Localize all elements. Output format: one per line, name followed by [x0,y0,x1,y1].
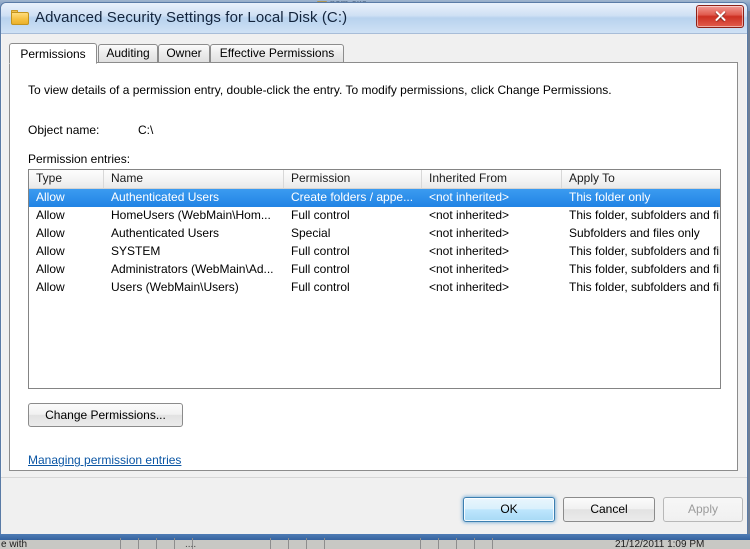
table-row[interactable]: Allow HomeUsers (WebMain\Hom... Full contr… [29,207,720,225]
background-grid-divider [438,538,439,549]
dialog-title: Advanced Security Settings for Local Dis… [35,9,348,26]
column-header-permission[interactable]: Permission [284,170,422,188]
column-header-inherited-from[interactable]: Inherited From [422,170,562,188]
table-row[interactable]: Allow Users (WebMain\Users) Full control <n… [29,279,720,297]
background-grid-divider [270,538,271,549]
background-grid-divider [456,538,457,549]
folder-icon [11,10,29,25]
cell-permission: Full control [291,208,350,222]
cell-type: Allow [36,190,65,204]
cell-inherited-from: <not inherited> [429,208,510,222]
tab-strip: Permissions Auditing Owner Effective Per… [9,43,738,64]
background-window-bottom: e with .... 21/12/2011 1:09 PM [0,534,750,549]
tab-permissions[interactable]: Permissions [9,43,97,64]
cell-apply-to: This folder, subfolders and fil... [569,244,721,258]
background-grid-divider [120,538,121,549]
change-permissions-button[interactable]: Change Permissions... [28,403,183,427]
permission-entries-listview[interactable]: Type Name Permission Inherited From Apply To… [28,169,721,389]
cell-name: SYSTEM [111,244,161,258]
cell-apply-to: This folder only [569,190,651,204]
cell-name: Authenticated Users [111,190,220,204]
cell-inherited-from: <not inherited> [429,226,510,240]
background-grid-divider [474,538,475,549]
background-grid-divider [492,538,493,549]
background-grid-divider [420,538,421,549]
cell-name: HomeUsers (WebMain\Hom... [111,208,271,222]
background-bottom-left-text: e with [1,539,28,549]
dialog-titlebar: Advanced Security Settings for Local Dis… [1,3,747,34]
cell-name: Authenticated Users [111,226,220,240]
column-header-apply-to[interactable]: Apply To [562,170,720,188]
cell-inherited-from: <not inherited> [429,244,510,258]
screen: nam exa Advanced Security Settings for L… [0,0,750,549]
permission-entries-label: Permission entries: [28,152,131,166]
background-grid-divider [138,538,139,549]
cell-type: Allow [36,226,65,240]
cell-name: Administrators (WebMain\Ad... [111,262,274,276]
tab-effective-permissions[interactable]: Effective Permissions [210,44,344,63]
close-button[interactable] [696,5,744,28]
background-bottom-timestamp: 21/12/2011 1:09 PM [615,539,705,549]
cell-type: Allow [36,244,65,258]
cell-apply-to: This folder, subfolders and fil... [569,208,721,222]
cell-inherited-from: <not inherited> [429,280,510,294]
permissions-tab-panel: To view details of a permission entry, d… [9,63,738,471]
dialog-footer: OK Cancel Apply [1,478,747,534]
cell-permission: Create folders / appe... [291,190,414,204]
table-row[interactable]: Allow Authenticated Users Create folders /… [29,189,720,207]
background-grid-divider [174,538,175,549]
background-grid-cells [120,538,540,549]
cell-permission: Full control [291,262,350,276]
cancel-button[interactable]: Cancel [563,497,655,522]
object-name-value: C:\ [138,123,154,137]
cell-type: Allow [36,208,65,222]
cell-apply-to: This folder, subfolders and fil... [569,280,721,294]
background-grid-divider [306,538,307,549]
cell-inherited-from: <not inherited> [429,190,510,204]
cell-inherited-from: <not inherited> [429,262,510,276]
background-grid-divider [156,538,157,549]
table-row[interactable]: Allow Authenticated Users Special <not inhe… [29,225,720,243]
background-grid-divider [324,538,325,549]
background-bottom-middle-text: .... [185,539,197,549]
table-row[interactable]: Allow SYSTEM Full control <not inherited> Th… [29,243,720,261]
cell-permission: Special [291,226,331,240]
cell-name: Users (WebMain\Users) [111,280,239,294]
ok-button[interactable]: OK [463,497,555,522]
object-name-label: Object name: [28,123,100,137]
listview-rows: Allow Authenticated Users Create folders /… [29,189,720,297]
column-header-type[interactable]: Type [29,170,104,188]
cell-type: Allow [36,280,65,294]
tab-owner[interactable]: Owner [158,44,210,63]
cell-apply-to: Subfolders and files only [569,226,700,240]
cell-permission: Full control [291,280,350,294]
column-header-name[interactable]: Name [104,170,284,188]
table-row[interactable]: Allow Administrators (WebMain\Ad... Full c… [29,261,720,279]
managing-permission-entries-link[interactable]: Managing permission entries [28,453,181,467]
background-grid-divider [288,538,289,549]
cell-apply-to: This folder, subfolders and fil... [569,262,721,276]
cell-permission: Full control [291,244,350,258]
listview-header: Type Name Permission Inherited From Apply To [29,170,720,189]
tab-auditing[interactable]: Auditing [98,44,158,63]
cell-type: Allow [36,262,65,276]
panel-description: To view details of a permission entry, d… [28,83,612,97]
advanced-security-settings-dialog: Advanced Security Settings for Local Dis… [0,2,748,535]
apply-button: Apply [663,497,743,522]
